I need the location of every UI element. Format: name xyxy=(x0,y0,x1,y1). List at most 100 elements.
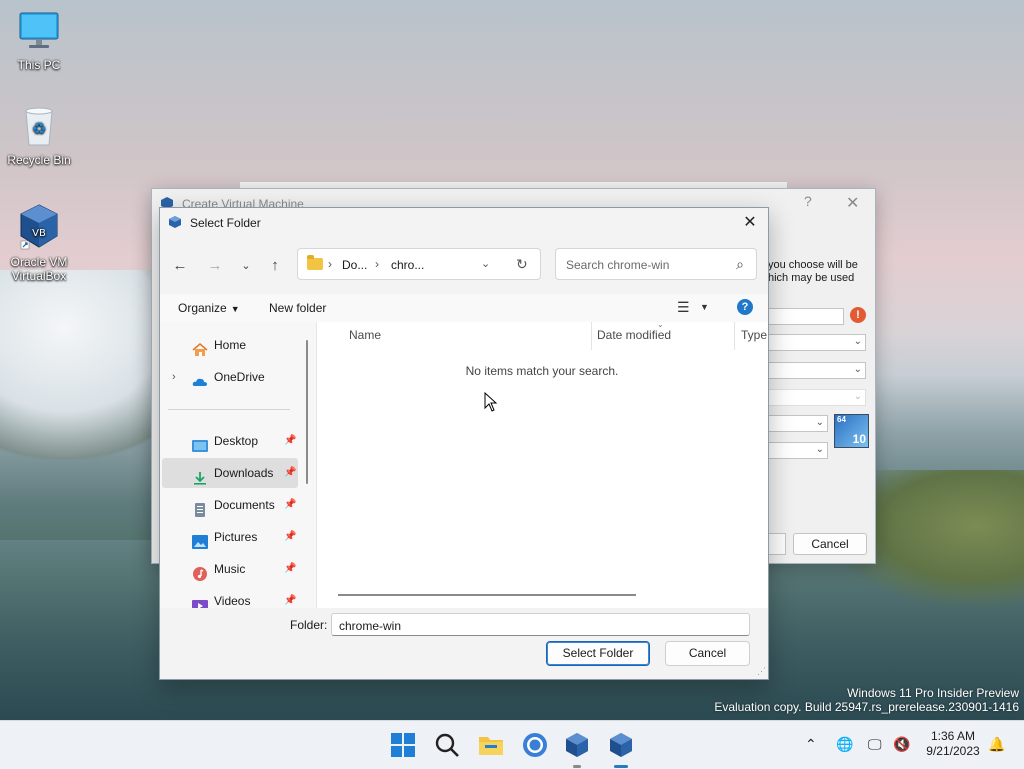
display-icon[interactable]: 🖵 xyxy=(868,736,882,753)
sidebar-item-videos[interactable]: Videos 📌 xyxy=(162,586,298,608)
organize-button[interactable]: Organize ▼ xyxy=(178,301,240,315)
folder-input[interactable] xyxy=(337,617,741,635)
type-combo[interactable]: ⌄ xyxy=(768,415,828,432)
navigation-pane: Home › OneDrive Desktop 📌 Downloads 📌 Do… xyxy=(160,322,316,608)
desktop-icon-this-pc[interactable]: This PC xyxy=(1,10,77,72)
sidebar-item-music[interactable]: Music 📌 xyxy=(162,554,298,584)
edition-combo[interactable]: ⌄ xyxy=(768,389,866,406)
folder-field[interactable] xyxy=(331,613,750,636)
speaker-muted-icon[interactable]: 🔇 xyxy=(893,736,910,753)
dialog-title: Select Folder xyxy=(190,216,261,230)
desktop-icon-virtualbox[interactable]: VB Oracle VM VirtualBox xyxy=(1,203,77,283)
chevron-down-icon: ⌄ xyxy=(853,364,862,375)
column-separator[interactable] xyxy=(591,322,592,350)
sidebar-item-onedrive[interactable]: › OneDrive xyxy=(162,362,298,392)
pictures-icon xyxy=(192,530,208,549)
sidebar-divider xyxy=(168,409,290,410)
sidebar-item-pictures[interactable]: Pictures 📌 xyxy=(162,522,298,552)
name-field[interactable] xyxy=(768,308,844,325)
cancel-button[interactable]: Cancel xyxy=(793,533,867,555)
os-badge-bits: 64 xyxy=(837,415,846,424)
help-button[interactable]: ? xyxy=(804,193,812,209)
videos-icon xyxy=(192,594,208,608)
breadcrumb-chrome-win[interactable]: chro... xyxy=(391,258,424,272)
chrome-icon[interactable] xyxy=(521,731,549,759)
chevron-down-icon: ⌄ xyxy=(815,444,824,455)
hint-line: hich may be used xyxy=(768,272,855,284)
view-list-icon[interactable]: ☰ xyxy=(677,299,690,316)
column-separator[interactable] xyxy=(734,322,735,350)
next-button[interactable] xyxy=(768,533,786,555)
clock[interactable]: 1:36 AM 9/21/2023 xyxy=(924,729,982,759)
file-explorer-icon[interactable] xyxy=(477,731,505,759)
breadcrumb-separator-icon: › xyxy=(328,257,332,271)
back-arrow-icon[interactable]: ← xyxy=(170,256,190,276)
start-icon[interactable] xyxy=(389,731,417,759)
watermark-edition: Windows 11 Pro Insider Preview xyxy=(847,686,1019,700)
show-hidden-icons-chevron-icon[interactable]: ⌃ xyxy=(805,736,817,753)
download-icon xyxy=(192,466,208,485)
close-icon[interactable]: ✕ xyxy=(846,193,859,213)
sidebar-item-downloads[interactable]: Downloads 📌 xyxy=(162,458,298,488)
chevron-down-icon: ⌄ xyxy=(815,417,824,428)
os-type-windows-10-icon: 64 10 xyxy=(834,414,869,448)
pin-icon: 📌 xyxy=(284,467,297,478)
desktop-icon-label: Recycle Bin xyxy=(7,153,71,167)
notification-bell-icon[interactable]: 🔔 xyxy=(988,736,1005,753)
column-header-type[interactable]: Type xyxy=(741,328,767,342)
column-header-name[interactable]: Name xyxy=(349,328,381,342)
pin-icon: 📌 xyxy=(284,595,297,606)
sidebar-item-label: Desktop xyxy=(214,434,259,448)
clock-time: 1:36 AM xyxy=(930,729,976,743)
select-folder-dialog: Select Folder ✕ ← → ⌄ ↑ › Do... › chro..… xyxy=(159,207,769,680)
virtualbox-icon: VB xyxy=(17,203,61,251)
search-input[interactable] xyxy=(564,256,728,274)
refresh-icon[interactable]: ↻ xyxy=(516,256,528,273)
warning-icon: ! xyxy=(850,307,866,323)
navigation-scrollbar[interactable] xyxy=(306,340,308,484)
virtualbox-icon[interactable] xyxy=(563,731,591,768)
close-icon[interactable]: ✕ xyxy=(738,212,762,234)
virtualbox-icon[interactable] xyxy=(607,731,635,768)
sidebar-item-desktop[interactable]: Desktop 📌 xyxy=(162,426,298,456)
file-list[interactable]: Name ⌄ Date modified Type No items match… xyxy=(316,320,768,608)
desktop-icon-label: Oracle VM VirtualBox xyxy=(10,255,68,283)
desktop-icon-label: This PC xyxy=(17,58,61,72)
version-combo[interactable]: ⌄ xyxy=(768,442,828,459)
search-icon[interactable] xyxy=(433,731,461,759)
horizontal-scrollbar[interactable] xyxy=(338,594,636,596)
pin-icon: 📌 xyxy=(284,531,297,542)
folder-combo[interactable]: ⌄ xyxy=(768,334,866,351)
pin-icon: 📌 xyxy=(284,499,297,510)
iso-image-combo[interactable]: ⌄ xyxy=(768,362,866,379)
select-folder-button[interactable]: Select Folder xyxy=(546,641,650,666)
virtualbox-icon xyxy=(168,215,182,232)
sidebar-item-home[interactable]: Home xyxy=(162,330,298,360)
resize-grip-icon[interactable]: ⋰ xyxy=(757,666,766,677)
search-box[interactable]: ⌕ xyxy=(555,248,757,280)
chevron-down-icon[interactable]: ⌄ xyxy=(481,257,490,270)
pin-icon: 📌 xyxy=(284,435,297,446)
desktop-folder-icon xyxy=(192,434,208,452)
desktop-icon-recycle-bin[interactable]: ♻ Recycle Bin xyxy=(1,105,77,167)
os-badge-version: 10 xyxy=(852,432,866,446)
chevron-right-icon[interactable]: › xyxy=(172,362,176,392)
address-bar[interactable]: › Do... › chro... ⌄ ↻ xyxy=(297,248,541,280)
sidebar-item-label: OneDrive xyxy=(214,370,265,384)
sidebar-item-label: Pictures xyxy=(214,530,258,544)
network-globe-icon[interactable]: 🌐 xyxy=(836,736,853,753)
empty-message: No items match your search. xyxy=(465,364,619,378)
hint-line: you choose will be xyxy=(768,259,858,271)
up-arrow-icon[interactable]: ↑ xyxy=(265,256,285,276)
help-icon[interactable]: ? xyxy=(737,299,753,315)
column-header-date-modified[interactable]: Date modified xyxy=(597,328,671,342)
cancel-button[interactable]: Cancel xyxy=(665,641,750,666)
forward-arrow-icon[interactable]: → xyxy=(205,256,225,276)
sidebar-item-documents[interactable]: Documents 📌 xyxy=(162,490,298,520)
new-folder-button[interactable]: New folder xyxy=(269,301,326,315)
chevron-down-icon: ⌄ xyxy=(853,336,862,347)
monitor-icon xyxy=(17,10,61,54)
caret-down-icon[interactable]: ▼ xyxy=(700,302,709,312)
breadcrumb-downloads[interactable]: Do... xyxy=(342,258,367,272)
recent-locations-chevron-icon[interactable]: ⌄ xyxy=(236,256,256,276)
